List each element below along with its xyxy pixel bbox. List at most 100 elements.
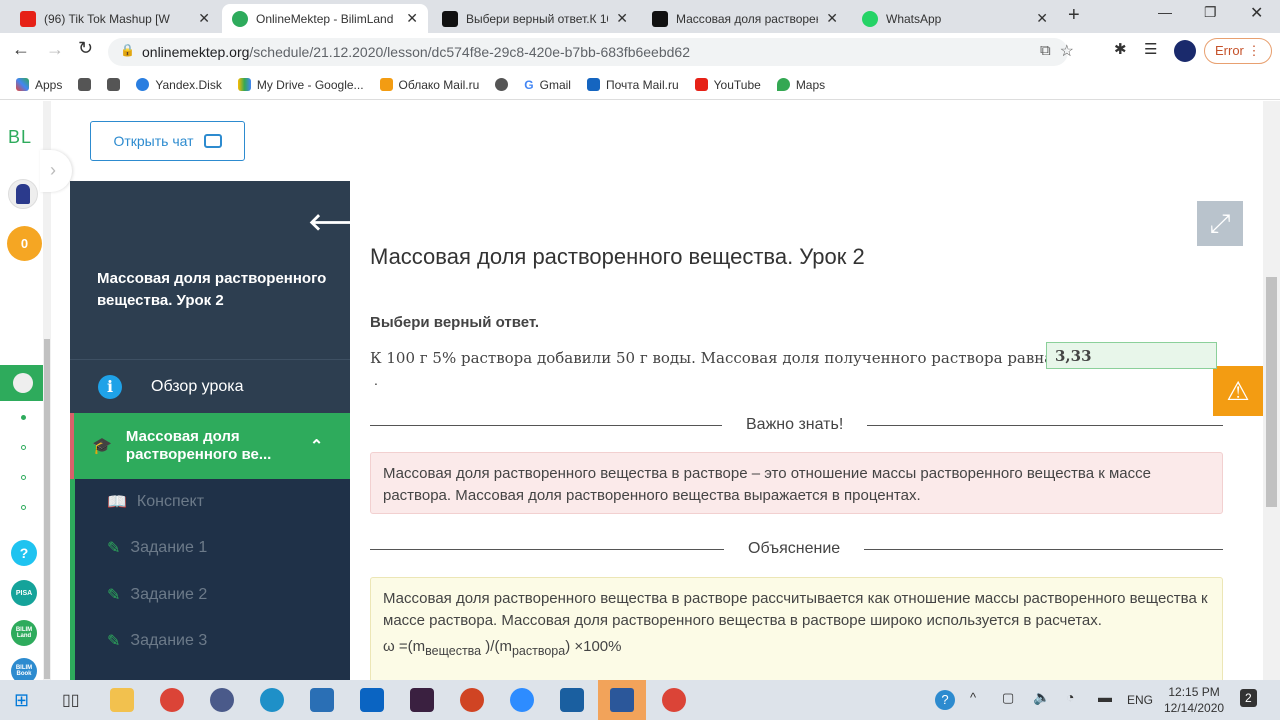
- close-icon[interactable]: ✕: [198, 10, 210, 27]
- battery-icon[interactable]: ▬: [1098, 689, 1112, 705]
- reload-button[interactable]: ↻: [78, 38, 93, 59]
- mail-icon: [586, 78, 600, 91]
- bl-logo[interactable]: BL: [8, 127, 32, 148]
- score-badge: 0: [7, 226, 42, 261]
- formula: ω =(mвещества )/(mраствора) ×100%: [383, 636, 1210, 662]
- info-icon: i: [98, 374, 122, 399]
- edge-icon[interactable]: [260, 688, 284, 712]
- video-editor-icon[interactable]: [410, 688, 434, 712]
- chrome-profile-icon[interactable]: [662, 688, 686, 712]
- expand-rail-button[interactable]: ›: [40, 150, 72, 192]
- explanation-box: Массовая доля растворенного вещества в р…: [370, 577, 1223, 687]
- chrome-icon[interactable]: [160, 688, 184, 712]
- close-icon[interactable]: ✕: [1036, 10, 1048, 27]
- bookmark-label: My Drive - Google...: [256, 77, 364, 92]
- restore-button[interactable]: ❐: [1204, 4, 1217, 21]
- collapse-arrow-icon[interactable]: 🡐: [308, 207, 372, 237]
- app-icon[interactable]: [210, 688, 234, 712]
- sidebar-item-task-2[interactable]: ✎ Задание 2: [75, 572, 350, 618]
- report-warning-button[interactable]: ⚠: [1213, 366, 1263, 416]
- avatar[interactable]: [8, 179, 38, 209]
- back-button[interactable]: ←: [12, 39, 30, 60]
- minimize-button[interactable]: —: [1158, 4, 1172, 20]
- bookmark-blank-2[interactable]: [107, 78, 121, 91]
- bookmark-globe[interactable]: [495, 78, 509, 91]
- media-icon[interactable]: ☰: [1144, 40, 1157, 58]
- tab-mass-fraction[interactable]: Массовая доля растворен ✕: [642, 4, 848, 33]
- close-icon[interactable]: ✕: [616, 10, 628, 27]
- clock[interactable]: 12:15 PM 12/14/2020: [1164, 684, 1224, 716]
- close-window-button[interactable]: ✕: [1250, 3, 1263, 23]
- sidebar-item-task-3[interactable]: ✎ Задание 3: [75, 618, 350, 664]
- sidebar-section-active[interactable]: 🎓 Массовая доля растворенного ве... ⌃: [70, 413, 350, 479]
- bilimland-button[interactable]: BILIM Land: [11, 620, 37, 646]
- task-view-icon[interactable]: ▯▯: [62, 690, 80, 710]
- youtube-icon: [694, 78, 708, 91]
- photos-icon[interactable]: [560, 688, 584, 712]
- notifications-button[interactable]: 2: [1240, 689, 1257, 707]
- sidebar-title: Массовая доля растворенного вещества. Ур…: [97, 270, 327, 309]
- extensions-icon[interactable]: ✱: [1114, 40, 1127, 58]
- pisa-button[interactable]: PISA: [11, 580, 37, 606]
- error-button[interactable]: Error ⋮: [1204, 38, 1272, 64]
- open-chat-button[interactable]: Открыть чат: [90, 121, 245, 161]
- forward-button[interactable]: →: [46, 39, 64, 60]
- tab-youtube[interactable]: (96) Tik Tok Mashup [W ✕: [10, 4, 220, 33]
- edit-icon: ✎: [107, 540, 121, 557]
- close-icon[interactable]: ✕: [406, 10, 418, 27]
- volume-icon[interactable]: 🔈: [1033, 689, 1050, 706]
- bookmark-yandex-disk[interactable]: Yandex.Disk: [136, 78, 222, 92]
- bookmark-youtube[interactable]: YouTube: [694, 78, 761, 92]
- bookmark-gmail[interactable]: G Gmail: [524, 78, 571, 92]
- wifi-icon[interactable]: ◔: [1066, 689, 1074, 705]
- bookmark-icon: [78, 78, 92, 91]
- important-heading: Важно знать!: [722, 416, 868, 434]
- new-tab-button[interactable]: +: [1068, 4, 1080, 27]
- section-label: Массовая доля растворенного ве...: [125, 428, 272, 463]
- bookmark-maps[interactable]: Maps: [776, 77, 826, 92]
- meet-icon[interactable]: ▢: [1002, 690, 1014, 706]
- edit-icon: ✎: [107, 587, 121, 604]
- chevron-up-icon[interactable]: ^: [970, 690, 976, 705]
- fullscreen-button[interactable]: ⤢: [1197, 201, 1243, 246]
- bookmark-label: Maps: [795, 77, 826, 92]
- sidebar-item-konspekt[interactable]: 📖 Конспект: [75, 479, 350, 525]
- translate-icon[interactable]: ⧉: [1040, 42, 1051, 59]
- bookmark-blank-1[interactable]: [78, 78, 92, 91]
- page-scrollbar[interactable]: [1263, 101, 1280, 680]
- bookmark-google-drive[interactable]: My Drive - Google...: [237, 77, 364, 92]
- date: 12/14/2020: [1164, 701, 1225, 715]
- bookmark-oblako[interactable]: Облако Mail.ru: [379, 78, 479, 92]
- close-icon[interactable]: ✕: [826, 10, 838, 27]
- nav-dot[interactable]: [21, 445, 26, 450]
- formula-part: ω =(m: [383, 638, 426, 655]
- word-taskbar-item[interactable]: [598, 680, 646, 720]
- profile-avatar[interactable]: [1174, 40, 1196, 62]
- bookmark-pochta[interactable]: Почта Mail.ru: [586, 78, 679, 92]
- explorer-icon[interactable]: [110, 688, 134, 712]
- sidebar-item-overview[interactable]: i Обзор урока: [70, 360, 350, 413]
- zoom-icon[interactable]: [510, 688, 534, 712]
- chevron-up-icon[interactable]: ⌃: [310, 436, 323, 456]
- outlook-icon[interactable]: [360, 688, 384, 712]
- onlinemektep-nav[interactable]: [0, 365, 43, 401]
- nav-dot[interactable]: [21, 475, 26, 480]
- answer-input[interactable]: 3,33: [1046, 342, 1217, 369]
- sidebar-item-task-1[interactable]: ✎ Задание 1: [75, 525, 350, 571]
- bookmark-apps[interactable]: Apps: [16, 78, 62, 92]
- tab-onlinemektep[interactable]: OnlineMektep - BilimLand ✕: [222, 4, 428, 33]
- start-icon[interactable]: ⊞: [14, 690, 29, 711]
- language-indicator[interactable]: ENG: [1127, 693, 1153, 707]
- help-button[interactable]: ?: [11, 540, 37, 566]
- nav-dot-active[interactable]: [21, 415, 26, 420]
- address-bar[interactable]: 🔒 onlinemektep.org/schedule/21.12.2020/l…: [108, 38, 1074, 66]
- star-icon[interactable]: ☆: [1060, 41, 1074, 61]
- movies-icon[interactable]: [310, 688, 334, 712]
- tab-whatsapp[interactable]: WhatsApp ✕: [852, 4, 1058, 33]
- tab-answer[interactable]: Выбери верный ответ.К 10 ✕: [432, 4, 638, 33]
- time: 12:15 PM: [1168, 685, 1220, 699]
- help-tray-icon[interactable]: ?: [935, 690, 955, 710]
- nav-dot[interactable]: [21, 505, 26, 510]
- powerpoint-icon[interactable]: [460, 688, 484, 712]
- tab-title: Выбери верный ответ.К 10: [466, 11, 609, 26]
